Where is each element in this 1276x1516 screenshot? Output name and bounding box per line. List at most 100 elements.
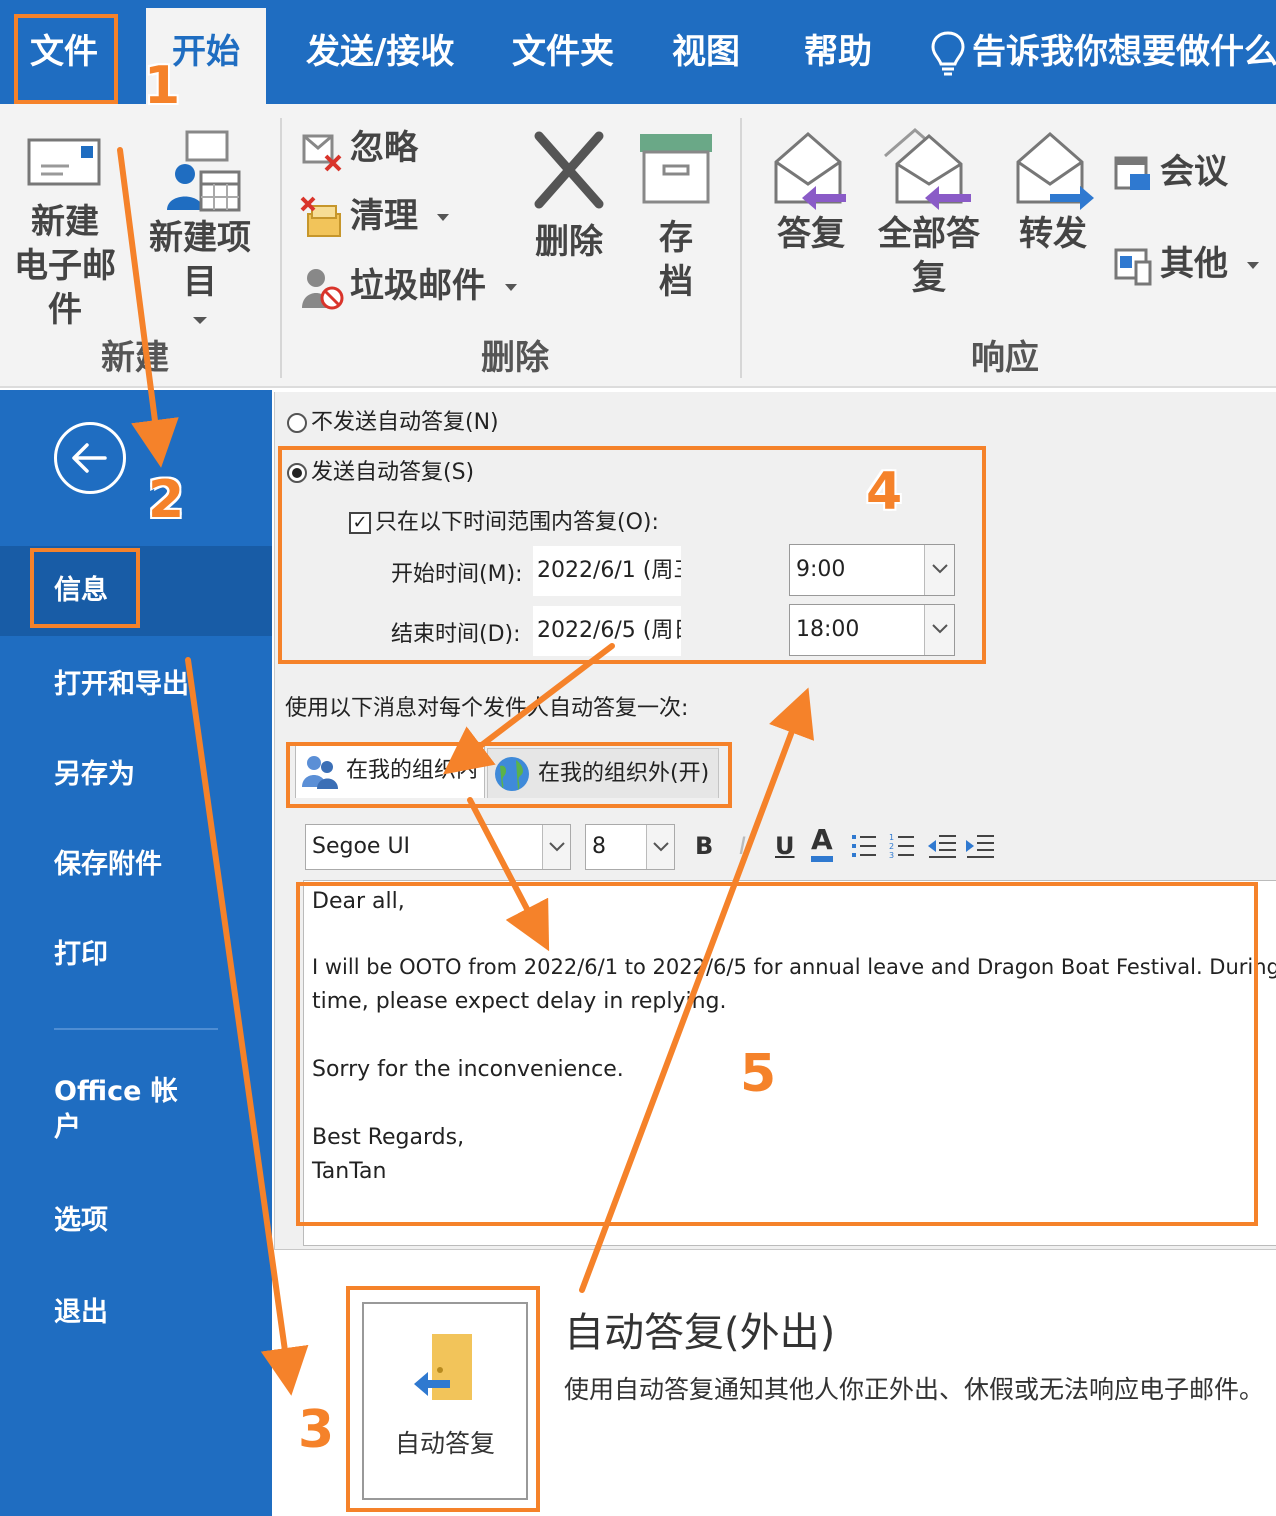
chevron-down-icon — [549, 842, 565, 852]
auto-reply-door-icon — [414, 1334, 472, 1400]
numbered-list-icon[interactable]: 123 — [889, 832, 915, 860]
ignore-button[interactable]: 忽略 — [300, 122, 418, 174]
font-name-dropdown[interactable] — [542, 825, 570, 869]
italic-button[interactable]: I — [739, 832, 746, 860]
nav-info[interactable]: 信息 — [0, 546, 272, 636]
chevron-down-icon — [1246, 261, 1259, 269]
svg-text:2: 2 — [889, 842, 894, 851]
envelope-icon — [27, 138, 101, 186]
group-label-delete: 删除 — [481, 338, 549, 378]
chevron-down-icon — [504, 283, 517, 291]
delete-button[interactable]: 删除 — [524, 130, 614, 264]
new-email-button[interactable]: 新建 电子邮件 — [0, 130, 130, 332]
auto-reply-tile-label: 自动答复 — [394, 1429, 495, 1458]
underline-button[interactable]: U — [775, 832, 795, 860]
radio-off-icon — [287, 413, 307, 433]
lightbulb-icon — [931, 30, 965, 75]
start-time-dropdown[interactable] — [924, 545, 954, 595]
tab-inside-org-label: 在我的组织内 — [346, 758, 479, 783]
step-number-5: 5 — [740, 1044, 777, 1104]
delete-x-icon — [534, 131, 604, 209]
bold-button[interactable]: B — [695, 832, 713, 860]
new-item-label: 新建项目 — [149, 218, 251, 302]
more-respond-button[interactable]: 其他 — [1114, 238, 1260, 290]
auto-reply-description: 使用自动答复通知其他人你正外出、休假或无法响应电子邮件。 — [564, 1375, 1265, 1404]
junk-label: 垃圾邮件 — [350, 266, 486, 306]
increase-indent-icon[interactable] — [965, 832, 995, 860]
no-auto-reply-radio[interactable]: 不发送自动答复(N) — [287, 404, 499, 436]
junk-button[interactable]: 垃圾邮件 — [300, 260, 518, 312]
start-date-field[interactable]: 2022/6/1 (周三) — [533, 546, 681, 596]
nav-office-account-line2: 户 — [54, 1112, 81, 1143]
end-time-value: 18:00 — [796, 617, 860, 642]
tab-outside-org-label: 在我的组织外(开) — [538, 761, 710, 786]
nav-save-as[interactable]: 另存为 — [0, 750, 272, 800]
meeting-icon — [1114, 156, 1150, 190]
font-size-combo[interactable]: 8 — [585, 824, 675, 870]
reply-button[interactable]: 答复 — [766, 126, 856, 256]
chevron-down-icon — [653, 842, 669, 852]
tell-me-search[interactable]: 告诉我你想要做什么 — [930, 0, 1276, 104]
nav-office-account-line1: Office 帐 — [54, 1076, 178, 1107]
meeting-label: 会议 — [1160, 152, 1228, 192]
tab-send-receive[interactable]: 发送/接收 — [306, 0, 454, 104]
start-date-value: 2022/6/1 (周三) — [537, 558, 681, 583]
nav-office-account[interactable]: Office 帐 户 — [0, 1074, 272, 1146]
new-email-label-2: 电子邮件 — [14, 246, 116, 330]
tab-inside-org[interactable]: 在我的组织内 — [295, 742, 485, 798]
reply-all-button[interactable]: 全部答复 — [864, 126, 994, 300]
no-auto-reply-label: 不发送自动答复(N) — [311, 410, 499, 435]
nav-open-export[interactable]: 打开和导出 — [0, 660, 272, 710]
decrease-indent-icon[interactable] — [927, 832, 957, 860]
nav-exit[interactable]: 退出 — [0, 1288, 272, 1338]
send-auto-reply-radio[interactable]: 发送自动答复(S) — [287, 454, 474, 486]
nav-print[interactable]: 打印 — [0, 930, 272, 980]
step-number-3: 3 — [298, 1400, 335, 1460]
time-range-label: 只在以下时间范围内答复(O): — [375, 510, 659, 535]
auto-reply-dialog: 不发送自动答复(N) 发送自动答复(S) ✓ 只在以下时间范围内答复(O): 开始… — [274, 392, 1276, 1250]
cleanup-button[interactable]: 清理 — [300, 190, 450, 242]
ribbon: 新建 电子邮件 新建项目 新建 忽略 清理 垃圾邮件 删除 存 档 删除 答复 … — [0, 104, 1276, 388]
group-label-respond: 响应 — [971, 338, 1039, 378]
message-editor[interactable]: Dear all, I will be OOTO from 2022/6/1 t… — [303, 880, 1276, 1246]
message-line-1: I will be OOTO from 2022/6/1 to 2022/6/5… — [312, 955, 1276, 979]
step-number-4: 4 — [866, 462, 903, 522]
new-email-label-1: 新建 — [31, 202, 99, 242]
tab-help[interactable]: 帮助 — [804, 0, 872, 104]
people-icon — [302, 756, 338, 789]
step-number-2: 2 — [148, 470, 185, 530]
message-line-3: Sorry for the inconvenience. — [312, 1057, 624, 1082]
nav-divider — [54, 1028, 218, 1030]
tab-file[interactable]: 文件 — [30, 0, 98, 104]
font-color-button[interactable]: A — [811, 824, 833, 862]
bullet-list-icon[interactable] — [851, 832, 877, 860]
radio-on-icon — [287, 463, 307, 483]
time-range-checkbox[interactable]: ✓ 只在以下时间范围内答复(O): — [349, 504, 659, 536]
end-time-dropdown[interactable] — [924, 605, 954, 655]
font-size-dropdown[interactable] — [646, 825, 674, 869]
message-line-2: time, please expect delay in replying. — [312, 989, 727, 1014]
auto-reply-title: 自动答复(外出) — [564, 1310, 836, 1356]
font-name-combo[interactable]: Segoe UI — [305, 824, 571, 870]
forward-button[interactable]: 转发 — [1008, 126, 1098, 256]
nav-save-attachments[interactable]: 保存附件 — [0, 840, 272, 890]
reply-all-icon — [884, 128, 971, 210]
nav-options[interactable]: 选项 — [0, 1196, 272, 1246]
back-button[interactable] — [54, 422, 126, 494]
send-auto-reply-label: 发送自动答复(S) — [311, 460, 475, 485]
new-item-button[interactable]: 新建项目 — [136, 130, 264, 326]
end-time-combo[interactable]: 18:00 — [789, 604, 955, 656]
font-size-value: 8 — [592, 834, 606, 859]
message-signature: TanTan — [312, 1159, 387, 1184]
end-date-field[interactable]: 2022/6/5 (周日) — [533, 606, 681, 656]
tab-folder[interactable]: 文件夹 — [512, 0, 614, 104]
auto-reply-tile-button[interactable]: 自动答复 — [362, 1302, 528, 1500]
archive-button[interactable]: 存 档 — [634, 130, 718, 304]
tab-outside-org[interactable]: 在我的组织外(开) — [487, 748, 719, 798]
step-number-1: 1 — [144, 56, 181, 116]
tab-view[interactable]: 视图 — [672, 0, 740, 104]
archive-label-2: 档 — [659, 262, 693, 302]
meeting-button[interactable]: 会议 — [1114, 146, 1228, 198]
start-time-combo[interactable]: 9:00 — [789, 544, 955, 596]
forward-icon — [1016, 132, 1094, 210]
